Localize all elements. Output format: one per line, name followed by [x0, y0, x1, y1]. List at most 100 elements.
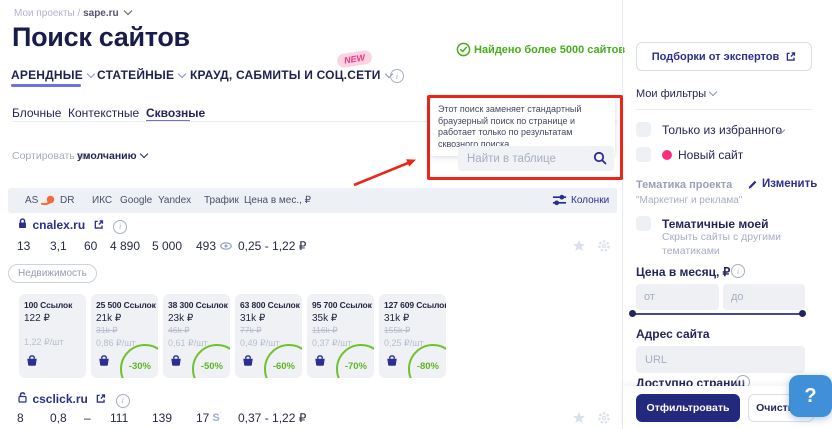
table-search-input[interactable]	[458, 146, 614, 171]
favorites-label[interactable]: Только из избранного	[662, 123, 782, 137]
tab-rental[interactable]: АРЕНДНЫЕ	[11, 68, 94, 82]
info-icon[interactable]: i	[390, 69, 404, 83]
site-domain-link[interactable]: csclick.ru	[32, 392, 87, 406]
my-filters-dropdown[interactable]: Мои фильтры	[636, 88, 716, 100]
sort-dropdown[interactable]: умолчанию	[77, 150, 147, 162]
package-card[interactable]: 95 700 Ссылок 35k ₽ 116k ₽ 0,37 ₽/шт -70…	[307, 294, 374, 378]
package-card[interactable]: 127 609 Ссылок 31k ₽ 155k ₽ 0,25 ₽/шт -8…	[379, 294, 446, 378]
chevron-down-icon	[139, 150, 147, 158]
package-price: 21k ₽	[96, 313, 153, 324]
table-header: AS DR ИКС Google Yandex Трафик Цена в ме…	[8, 188, 617, 213]
chevron-down-icon	[709, 88, 717, 96]
eye-icon[interactable]	[219, 241, 233, 251]
column-google[interactable]: Google	[120, 195, 152, 206]
slider-handle-max[interactable]	[799, 310, 806, 317]
breadcrumb[interactable]: Мои проекты / sape.ru	[14, 8, 131, 19]
package-links: 25 500 Ссылок	[96, 300, 153, 310]
expert-collections-button[interactable]: Подборки от экспертов	[636, 42, 812, 71]
url-field[interactable]	[636, 346, 805, 373]
package-card[interactable]: 25 500 Ссылок 21k ₽ 31k ₽ 0,86 ₽/шт -30%	[91, 294, 158, 378]
package-card[interactable]: 100 Ссылок 122 ₽ 1,22 ₽/шт	[19, 294, 86, 378]
sliders-icon	[552, 193, 567, 207]
column-traffic[interactable]: Трафик	[204, 195, 239, 206]
external-link-icon[interactable]	[93, 217, 108, 234]
basket-icon[interactable]	[385, 354, 399, 372]
gear-icon[interactable]	[597, 411, 611, 429]
price-to-input[interactable]	[723, 284, 805, 310]
breadcrumb-root[interactable]: Мои проекты	[14, 8, 75, 19]
cell-price: 0,37 - 1,22 ₽	[238, 411, 306, 425]
tab-articles[interactable]: СТАТЕЙНЫЕ	[97, 68, 185, 82]
price-range-slider[interactable]	[632, 313, 802, 315]
column-iks[interactable]: ИКС	[92, 195, 112, 206]
lock-open-icon	[17, 391, 32, 408]
info-icon[interactable]: i	[731, 264, 745, 278]
price-from-field[interactable]	[636, 284, 719, 310]
package-links: 100 Ссылок	[24, 300, 81, 310]
gear-icon[interactable]	[597, 239, 611, 258]
external-link-icon[interactable]	[95, 391, 110, 408]
new-site-label[interactable]: Новый сайт	[678, 148, 743, 162]
package-card[interactable]: 38 300 Ссылок 23k ₽ 46k ₽ 0,61 ₽/шт -50%	[163, 294, 230, 378]
basket-icon[interactable]	[169, 354, 183, 372]
basket-icon[interactable]	[25, 354, 39, 372]
cell-iks: 60	[84, 239, 97, 253]
new-site-checkbox[interactable]	[636, 147, 651, 162]
columns-button[interactable]: Колонки	[552, 193, 609, 207]
help-button[interactable]: ?	[789, 375, 832, 417]
breadcrumb-project[interactable]: sape.ru	[83, 8, 119, 19]
package-links: 95 700 Ссылок	[312, 300, 369, 310]
site-domain-link[interactable]: cnalex.ru	[32, 218, 85, 232]
info-icon[interactable]: i	[113, 220, 127, 234]
category-tag[interactable]: Недвижимость	[8, 264, 97, 283]
basket-icon[interactable]	[313, 354, 327, 372]
package-price: 31k ₽	[240, 313, 297, 324]
package-card[interactable]: 63 800 Ссылок 31k ₽ 77k ₽ 0,49 ₽/шт -60%	[235, 294, 302, 378]
cell-yandex: 139	[152, 411, 172, 425]
package-price: 35k ₽	[312, 313, 369, 324]
filter-button[interactable]: Отфильтровать	[636, 394, 740, 422]
edit-theme-link[interactable]: Изменить	[747, 178, 817, 190]
subtab-contextual[interactable]: Контекстные	[68, 106, 139, 120]
package-old-price	[24, 325, 81, 335]
cell-as: 13	[17, 239, 30, 253]
new-site-dot-icon	[662, 150, 672, 160]
package-old-price: 116k ₽	[312, 325, 369, 336]
column-as[interactable]: AS	[25, 195, 38, 206]
url-input[interactable]	[636, 346, 805, 373]
package-old-price: 46k ₽	[168, 325, 225, 336]
basket-icon[interactable]	[97, 354, 111, 372]
site-search-page: Мои проекты / sape.ru Поиск сайтов АРЕНД…	[0, 0, 832, 429]
info-icon[interactable]: i	[116, 394, 130, 408]
column-price[interactable]: Цена в мес., ₽	[244, 195, 311, 206]
price-from-input[interactable]	[636, 284, 719, 310]
price-to-field[interactable]	[723, 284, 805, 310]
search-icon[interactable]	[593, 151, 607, 170]
chevron-down-icon	[178, 70, 186, 78]
package-unit-price: 1,22 ₽/шт	[24, 337, 81, 348]
slider-handle-min[interactable]	[629, 310, 636, 317]
star-icon[interactable]	[572, 411, 586, 429]
package-old-price: 31k ₽	[96, 325, 153, 336]
column-dr[interactable]: DR	[60, 195, 74, 206]
edit-theme-label: Изменить	[762, 178, 817, 190]
basket-icon[interactable]	[241, 354, 255, 372]
chevron-down-icon[interactable]	[124, 7, 132, 15]
divider	[636, 109, 812, 110]
subtab-sitewide[interactable]: Сквозные	[146, 106, 205, 120]
divider	[622, 0, 623, 429]
favorites-checkbox[interactable]	[636, 122, 651, 137]
table-search[interactable]	[458, 146, 614, 171]
thematic-label[interactable]: Тематичные моей	[662, 217, 768, 231]
tab-label: СТАТЕЙНЫЕ	[97, 68, 174, 82]
package-old-price: 155k ₽	[384, 325, 441, 336]
tab-crowd-submits[interactable]: КРАУД, САБМИТЫ И СОЦ.СЕТИ	[190, 68, 392, 82]
found-count-badge: Найдено более 5000 сайтов	[474, 44, 625, 56]
star-icon[interactable]	[572, 239, 586, 258]
column-yandex[interactable]: Yandex	[158, 195, 191, 206]
columns-button-label: Колонки	[571, 195, 609, 206]
thematic-checkbox[interactable]	[636, 216, 651, 231]
new-badge: NEW	[336, 49, 373, 68]
subtab-block[interactable]: Блочные	[12, 106, 61, 120]
package-links: 63 800 Ссылок	[240, 300, 297, 310]
